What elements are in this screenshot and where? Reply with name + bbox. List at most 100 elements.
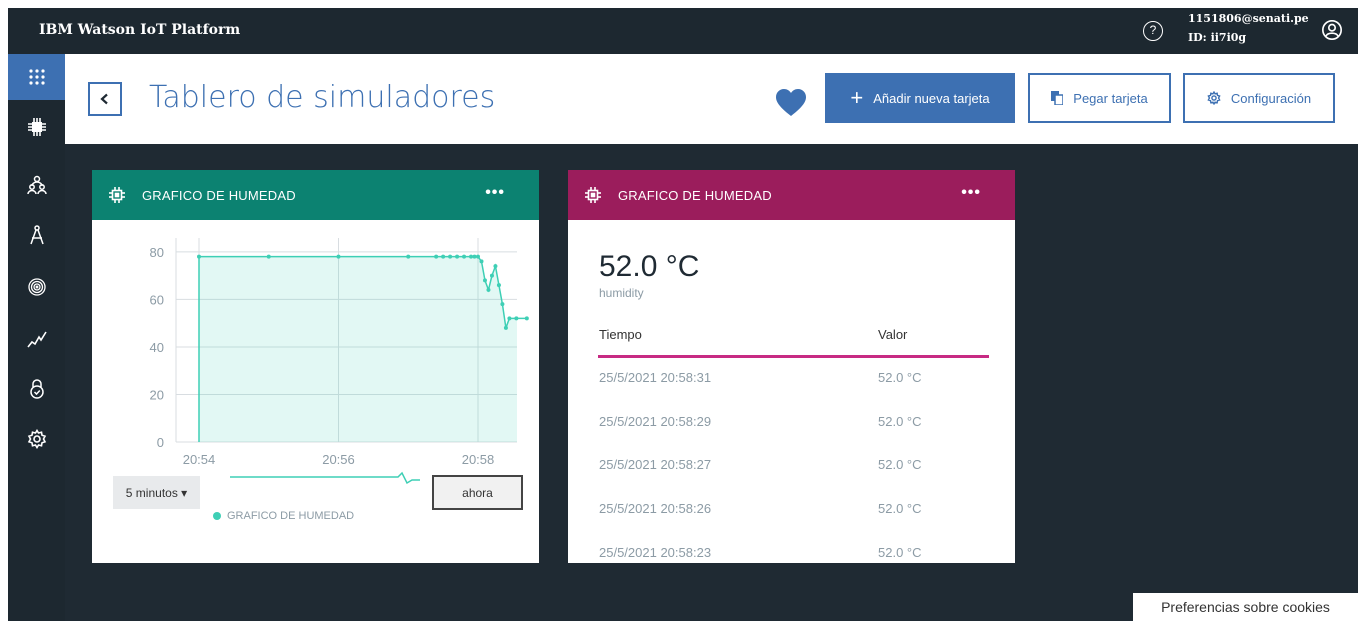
y-tick-label: 20: [150, 387, 164, 402]
series-point: [500, 302, 505, 307]
analytics-icon: [26, 331, 47, 348]
row-time: 25/5/2021 20:58:31: [599, 370, 712, 385]
series-point: [406, 254, 411, 259]
sidebar-item-devices[interactable]: [8, 104, 65, 150]
series-point: [472, 254, 477, 259]
time-range-select[interactable]: 5 minutos ▾: [113, 476, 200, 509]
current-value: 52.0 °C: [599, 250, 700, 283]
back-button[interactable]: [88, 82, 122, 116]
legend-swatch: [213, 512, 221, 520]
y-tick-label: 60: [150, 292, 164, 307]
series-point: [503, 325, 508, 330]
column-header-time: Tiempo: [599, 327, 642, 342]
column-header-value: Valor: [878, 327, 908, 342]
settings-label: Configuración: [1230, 90, 1312, 106]
row-time: 25/5/2021 20:58:29: [599, 414, 712, 429]
row-time: 25/5/2021 20:58:23: [599, 545, 712, 560]
chip-icon: [109, 187, 125, 203]
user-org-id[interactable]: ID: ii7i0g: [1188, 31, 1246, 44]
top-bar: IBM Watson IoT Platform ? 1151806@senati…: [8, 8, 1358, 54]
sidebar-item-analytics[interactable]: [8, 316, 65, 362]
series-point: [462, 254, 467, 259]
security-icon: [29, 379, 44, 399]
page-title: Tablero de simuladores: [149, 80, 496, 115]
x-tick-label: 20:56: [322, 452, 355, 467]
series-point: [524, 316, 529, 321]
value-unit-label: humidity: [599, 286, 644, 300]
members-icon: [26, 175, 47, 195]
value-card-header: GRAFICO DE HUMEDAD •••: [568, 170, 1015, 220]
row-value: 52.0 °C: [878, 457, 922, 472]
chip-icon: [585, 187, 601, 203]
series-point: [197, 254, 201, 259]
apps-grid-icon: [28, 69, 45, 85]
series-point: [479, 259, 484, 264]
gear-icon: [27, 429, 46, 449]
paste-card-label: Pegar tarjeta: [1073, 90, 1148, 106]
add-card-button[interactable]: + Añadir nueva tarjeta: [825, 73, 1015, 123]
series-point: [448, 254, 453, 259]
chip-icon: [27, 118, 46, 136]
series-point: [434, 254, 439, 259]
y-tick-label: 0: [157, 435, 164, 450]
series-point: [507, 316, 512, 321]
user-email[interactable]: 1151806@senati.pe: [1188, 12, 1309, 25]
page-header: Tablero de simuladores + Añadir nueva ta…: [65, 54, 1358, 144]
sidebar-item-settings[interactable]: [8, 416, 65, 462]
series-point: [514, 316, 519, 321]
series-point: [336, 254, 341, 259]
brand-title[interactable]: IBM Watson IoT Platform: [39, 22, 240, 38]
settings-button[interactable]: Configuración: [1183, 73, 1335, 123]
series-point: [441, 254, 446, 259]
sidebar-item-rules[interactable]: [8, 212, 65, 258]
sidebar-item-apps[interactable]: [8, 54, 65, 100]
series-point: [482, 278, 487, 283]
series-point: [496, 283, 501, 288]
series-point: [476, 254, 480, 259]
plus-icon: +: [850, 85, 864, 110]
series-point: [455, 254, 460, 259]
y-tick-label: 80: [150, 245, 164, 260]
sidebar-item-members[interactable]: [8, 162, 65, 208]
chevron-left-icon: [100, 93, 108, 105]
row-value: 52.0 °C: [878, 370, 922, 385]
help-icon[interactable]: ?: [1143, 21, 1163, 41]
value-card: GRAFICO DE HUMEDAD ••• 52.0 °C humidity …: [568, 170, 1015, 563]
heart-icon[interactable]: [776, 89, 806, 117]
series-point: [266, 254, 271, 259]
humidity-chart: 0 20 40 60 80 20:54 20:56 20:58: [150, 238, 529, 467]
app-frame: IBM Watson IoT Platform ? 1151806@senati…: [8, 8, 1358, 621]
fingerprint-icon: [27, 278, 46, 296]
gear-icon: [1207, 91, 1221, 105]
x-tick-label: 20:54: [183, 452, 216, 467]
row-value: 52.0 °C: [878, 414, 922, 429]
series-point: [493, 264, 498, 269]
row-time: 25/5/2021 20:58:26: [599, 501, 712, 516]
chart-card-header: GRAFICO DE HUMEDAD •••: [92, 170, 539, 220]
series-point: [489, 273, 494, 278]
x-tick-label: 20:58: [462, 452, 495, 467]
series-point: [486, 287, 491, 292]
add-card-label: Añadir nueva tarjeta: [873, 90, 990, 106]
series-area: [199, 256, 527, 442]
paste-card-button[interactable]: Pegar tarjeta: [1028, 73, 1171, 123]
sidebar-item-identity[interactable]: [8, 264, 65, 310]
row-time: 25/5/2021 20:58:27: [599, 457, 712, 472]
value-card-title: GRAFICO DE HUMEDAD: [618, 188, 772, 203]
chart-card-title: GRAFICO DE HUMEDAD: [142, 188, 296, 203]
chart-card-menu-icon[interactable]: •••: [485, 184, 505, 202]
row-value: 52.0 °C: [878, 501, 922, 516]
cookie-preferences-link[interactable]: Preferencias sobre cookies: [1133, 593, 1358, 621]
table-header-rule: [598, 355, 989, 358]
chart-range-navigator[interactable]: [230, 470, 420, 492]
chart-legend[interactable]: GRAFICO DE HUMEDAD: [213, 510, 354, 522]
series-point: [469, 254, 474, 259]
sidebar-item-security[interactable]: [8, 366, 65, 412]
y-tick-label: 40: [150, 340, 164, 355]
now-button[interactable]: ahora: [432, 475, 523, 510]
value-card-menu-icon[interactable]: •••: [961, 184, 981, 202]
compass-icon: [29, 225, 44, 245]
user-avatar-icon[interactable]: [1321, 19, 1343, 41]
legend-label: GRAFICO DE HUMEDAD: [227, 510, 355, 522]
paste-icon: [1051, 91, 1064, 105]
